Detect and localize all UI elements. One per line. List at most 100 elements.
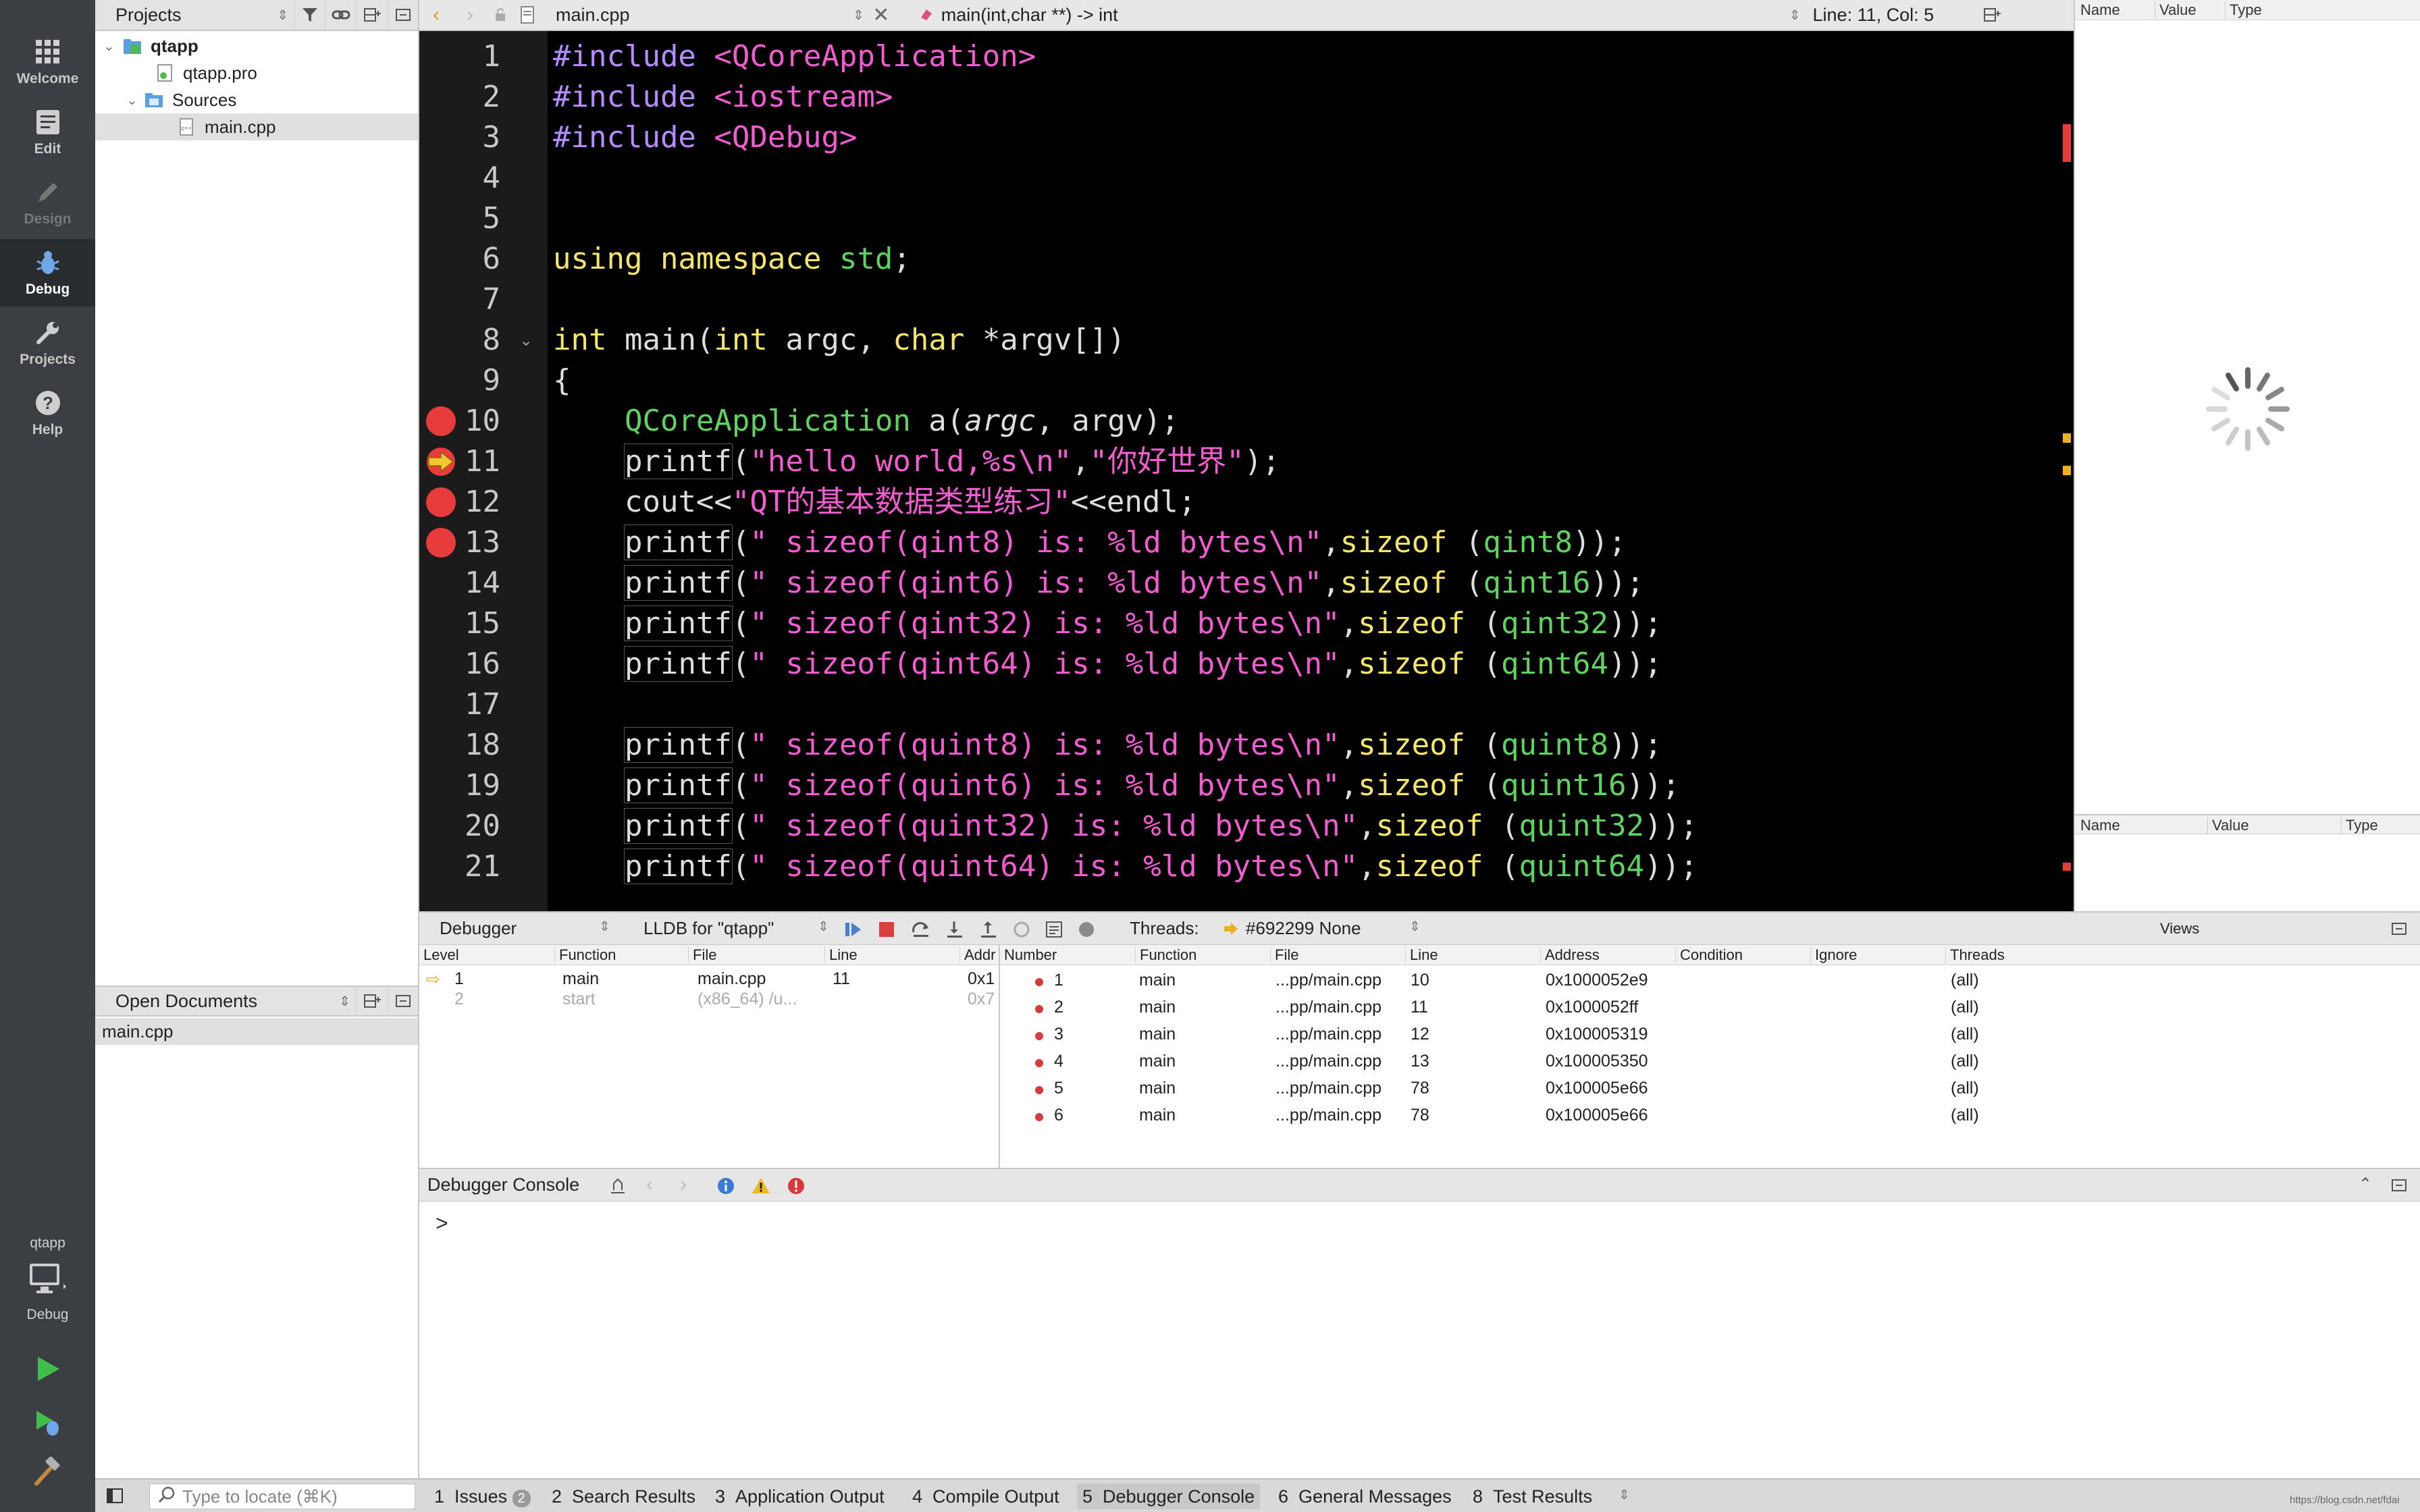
error-icon[interactable]: [787, 1177, 806, 1200]
stack-column-addr[interactable]: Addr: [959, 946, 995, 964]
output-tab-test-results[interactable]: 8 Test Results: [1473, 1486, 1592, 1507]
clear-console-icon[interactable]: [608, 1177, 627, 1200]
breakpoint-marker[interactable]: [2063, 863, 2071, 871]
output-tab-search-results[interactable]: 2 Search Results: [552, 1486, 695, 1507]
close-panel-icon[interactable]: [2391, 1177, 2407, 1198]
stack-column-line[interactable]: Line: [824, 946, 858, 964]
projects-panel-title[interactable]: Projects: [115, 5, 277, 26]
warning-marker[interactable]: [2063, 466, 2071, 475]
mode-design[interactable]: Design: [0, 169, 95, 236]
back-icon[interactable]: ‹: [419, 0, 453, 30]
bp-column-address[interactable]: Address: [1540, 946, 1600, 964]
bp-column-function[interactable]: Function: [1135, 946, 1196, 964]
bp-column-condition[interactable]: Condition: [1675, 946, 1743, 964]
mode-debug[interactable]: Debug: [0, 239, 95, 306]
updown-icon[interactable]: ⇕: [1619, 1486, 1630, 1503]
updown-icon[interactable]: ⇕: [1409, 918, 1421, 935]
back-icon[interactable]: ‹: [646, 1173, 653, 1196]
record-icon[interactable]: [1077, 920, 1096, 944]
updown-icon[interactable]: ⇕: [339, 993, 350, 1010]
instruction-mode-icon[interactable]: [1045, 920, 1063, 944]
breakpoint-icon[interactable]: [426, 528, 456, 558]
editor-gutter[interactable]: 1 2 3 4 5 6 7 8 ⌄ 9 10 11 12 13 14 15 16…: [419, 31, 548, 911]
expressions-column-name[interactable]: Name: [2080, 817, 2120, 834]
symbol-selector[interactable]: main(int,char **) -> int: [918, 5, 1789, 26]
forward-icon[interactable]: ›: [680, 1173, 687, 1196]
close-panel-icon[interactable]: [387, 986, 418, 1016]
run-button[interactable]: [27, 1349, 68, 1389]
open-documents-title[interactable]: Open Documents: [115, 991, 339, 1012]
restart-icon[interactable]: [1012, 920, 1031, 944]
updown-icon[interactable]: ⇕: [853, 7, 864, 24]
split-icon[interactable]: [1975, 0, 2009, 30]
breakpoint-row[interactable]: 3 main ...pp/main.cpp 12 0x100005319 (al…: [1000, 1022, 2420, 1049]
updown-icon[interactable]: ⇕: [1789, 7, 1801, 24]
expressions-column-type[interactable]: Type: [2341, 817, 2378, 834]
warning-icon[interactable]: [752, 1177, 770, 1200]
debugger-mode-selector[interactable]: Debugger: [440, 918, 517, 939]
step-over-icon[interactable]: [911, 920, 931, 944]
open-document-item[interactable]: main.cpp: [95, 1018, 418, 1045]
mode-help[interactable]: ? Help: [0, 379, 95, 447]
tree-item-main-cpp[interactable]: c++ main.cpp: [95, 113, 418, 140]
current-file-selector[interactable]: main.cpp: [556, 5, 853, 26]
bp-column-ignore[interactable]: Ignore: [1810, 946, 1857, 964]
views-button[interactable]: Views: [2160, 920, 2199, 938]
cursor-position[interactable]: Line: 11, Col: 5: [1813, 5, 1975, 26]
filter-icon[interactable]: [294, 0, 325, 30]
output-tab-debugger-console[interactable]: 5 Debugger Console: [1077, 1484, 1261, 1509]
current-line-arrow-icon[interactable]: [426, 447, 456, 477]
bp-column-number[interactable]: Number: [1000, 946, 1057, 964]
debugger-console[interactable]: >: [419, 1202, 2420, 1478]
kit-selector[interactable]: [27, 1261, 68, 1297]
breakpoint-row[interactable]: 5 main ...pp/main.cpp 78 0x100005e66 (al…: [1000, 1076, 2420, 1103]
code-editor[interactable]: #include <QCoreApplication> #include <io…: [548, 31, 2074, 911]
stack-row[interactable]: 2 start (x86_64) /u... 0x7: [419, 987, 999, 1014]
tree-item-pro-file[interactable]: qtapp.pro: [95, 59, 418, 86]
bp-column-threads[interactable]: Threads: [1945, 946, 2005, 964]
chevron-down-icon[interactable]: ⌄: [103, 38, 117, 55]
stop-debugger-icon[interactable]: [877, 920, 896, 944]
stack-column-level[interactable]: Level: [419, 946, 459, 964]
bp-column-line[interactable]: Line: [1405, 946, 1438, 964]
build-button[interactable]: [27, 1451, 68, 1492]
breakpoint-row[interactable]: 2 main ...pp/main.cpp 11 0x1000052ff (al…: [1000, 995, 2420, 1022]
mode-welcome[interactable]: Welcome: [0, 28, 95, 96]
continue-icon[interactable]: [843, 920, 862, 944]
link-icon[interactable]: [325, 0, 356, 30]
maximize-icon[interactable]: ⌃: [2359, 1174, 2372, 1194]
mode-projects[interactable]: Projects: [0, 309, 95, 377]
tree-item-sources[interactable]: ⌄ Sources: [95, 86, 418, 113]
output-tab-general-messages[interactable]: 6 General Messages: [1278, 1486, 1452, 1507]
breakpoint-icon[interactable]: [426, 406, 456, 436]
lock-icon[interactable]: [487, 0, 514, 30]
locals-column-value[interactable]: Value: [2155, 1, 2197, 19]
updown-icon[interactable]: ⇕: [599, 918, 610, 935]
expressions-column-value[interactable]: Value: [2207, 817, 2249, 834]
step-out-icon[interactable]: [978, 920, 999, 944]
fold-chevron-icon[interactable]: ⌄: [519, 331, 540, 351]
locals-column-name[interactable]: Name: [2080, 1, 2120, 19]
output-tab-issues[interactable]: 1 Issues 2: [434, 1486, 531, 1507]
split-icon[interactable]: [356, 0, 387, 30]
engine-selector[interactable]: LLDB for "qtapp": [643, 918, 774, 939]
stack-column-file[interactable]: File: [688, 946, 716, 964]
output-tab-compile-output[interactable]: 4 Compile Output: [912, 1486, 1059, 1507]
chevron-down-icon[interactable]: ⌄: [126, 92, 140, 109]
step-into-icon[interactable]: [945, 920, 965, 944]
breakpoint-row[interactable]: 6 main ...pp/main.cpp 78 0x100005e66 (al…: [1000, 1103, 2420, 1130]
warning-marker[interactable]: [2063, 433, 2071, 443]
breakpoint-icon[interactable]: [426, 487, 456, 517]
output-tab-application-output[interactable]: 3 Application Output: [715, 1486, 885, 1507]
bp-column-file[interactable]: File: [1270, 946, 1298, 964]
toggle-sidebar-icon[interactable]: [106, 1488, 124, 1509]
breakpoint-marker[interactable]: [2063, 124, 2071, 162]
breakpoint-row[interactable]: 1 main ...pp/main.cpp 10 0x1000052e9 (al…: [1000, 968, 2420, 995]
debug-run-button[interactable]: [27, 1403, 68, 1443]
mode-edit[interactable]: Edit: [0, 99, 95, 166]
updown-icon[interactable]: ⇕: [277, 7, 288, 24]
tree-item-project[interactable]: ⌄ qtapp: [95, 32, 418, 59]
updown-icon[interactable]: ⇕: [818, 918, 829, 935]
info-icon[interactable]: [716, 1177, 735, 1200]
split-icon[interactable]: [356, 986, 387, 1016]
